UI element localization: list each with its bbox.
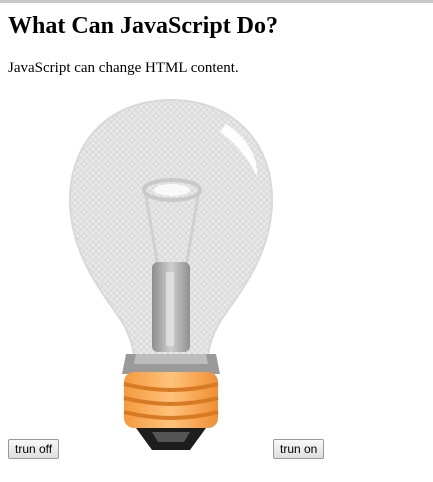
intro-paragraph: JavaScript can change HTML content.: [8, 60, 239, 76]
page-title: What Can JavaScript Do?: [8, 13, 279, 39]
bulb-stem-highlight: [166, 272, 174, 346]
filament-loop-highlight: [154, 184, 190, 196]
bulb-collar-highlight: [134, 354, 208, 364]
lightbulb-off-icon: [68, 98, 274, 450]
bulb-tip-highlight: [152, 432, 190, 442]
turn-off-button[interactable]: trun off: [8, 439, 60, 459]
lightbulb-image: [66, 92, 276, 458]
turn-on-button[interactable]: trun on: [273, 439, 325, 459]
top-divider: [0, 0, 433, 3]
